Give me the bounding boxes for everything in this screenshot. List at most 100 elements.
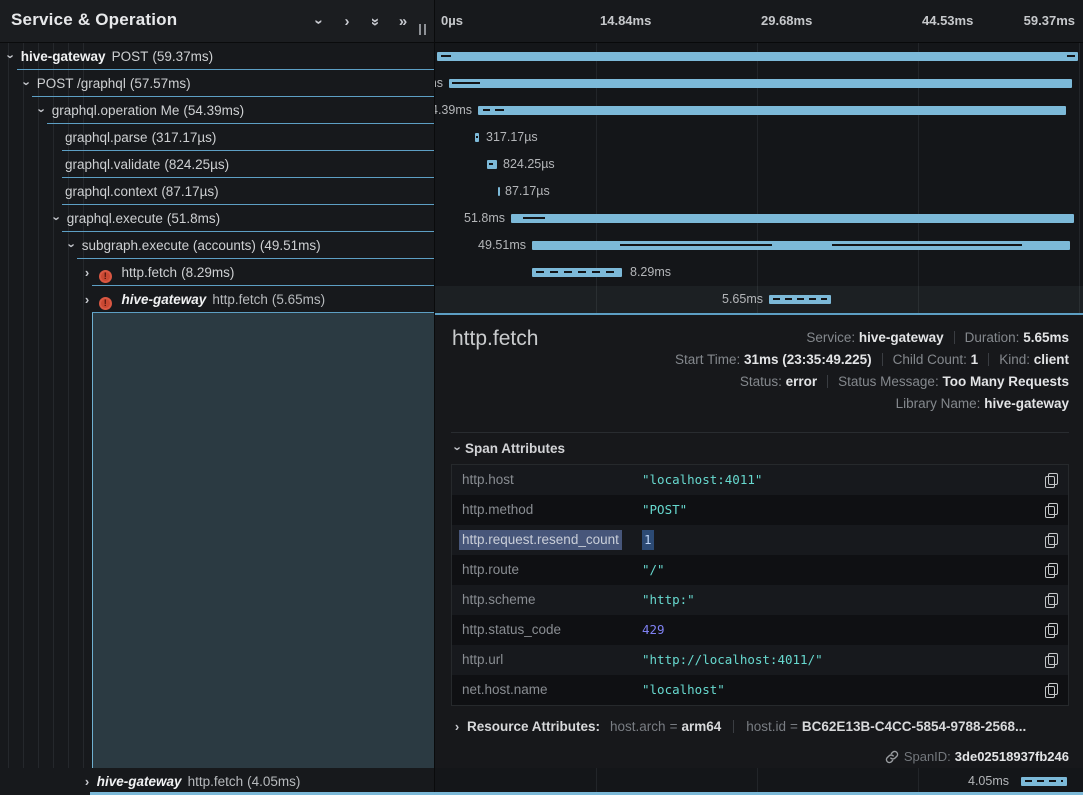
copy-icon[interactable] [1045,683,1058,698]
copy-icon[interactable] [1045,503,1058,518]
attr-row[interactable]: http.host "localhost:4011" [452,465,1068,495]
attr-key: http.route [462,555,519,585]
resource-attributes-title: Resource Attributes: [467,719,600,734]
meta-value: hive-gateway [859,330,944,345]
span-name: subgraph.execute (accounts) [82,238,256,253]
tree-row-post-graphql[interactable]: POST /graphql(57.57ms) [0,70,434,97]
self-time-mark [452,82,480,84]
panel-resize-handle[interactable] [417,24,429,36]
waterfall-row[interactable]: 824.25µs [435,151,1083,178]
meta-value: 1 [971,352,979,367]
span-bar[interactable] [437,52,1078,61]
selected-span-expand-area [92,313,434,768]
copy-icon[interactable] [1045,653,1058,668]
tree-row-graphql-operation[interactable]: graphql.operation Me(54.39ms) [0,97,434,124]
self-time-mark [773,298,827,300]
chevron-down-icon[interactable] [66,232,78,259]
tree-row-graphql-validate[interactable]: graphql.validate(824.25µs) [0,151,434,178]
attr-key: http.scheme [462,585,536,615]
waterfall-row[interactable]: 51.8ms [435,205,1083,232]
link-icon[interactable] [885,750,899,764]
waterfall-row[interactable]: 49.51ms [435,232,1083,259]
span-name: graphql.execute [67,211,163,226]
span-bar[interactable] [532,268,622,277]
expand-all-icon[interactable]: » [393,12,413,32]
copy-icon[interactable] [1045,593,1058,608]
chevron-down-icon[interactable] [36,97,48,124]
waterfall-row[interactable]: 57.57ms [435,70,1083,97]
copy-icon[interactable] [1045,473,1058,488]
tree-row-hive-gateway-post[interactable]: hive-gatewayPOST(59.37ms) [0,43,434,70]
tree-row-graphql-context[interactable]: graphql.context(87.17µs) [0,178,434,205]
meta-value: 31ms (23:35:49.225) [744,352,872,367]
self-time-mark [483,109,490,111]
duration-label: 824.25µs [503,151,555,178]
tree-row-http-fetch-565-selected[interactable]: ! hive-gatewayhttp.fetch(5.65ms) [0,286,434,313]
span-bar[interactable] [478,106,1066,115]
waterfall-row[interactable]: 317.17µs [435,124,1083,151]
chevron-down-icon[interactable] [5,43,17,70]
chevron-right-icon[interactable] [81,768,93,795]
copy-icon[interactable] [1045,563,1058,578]
chevron-right-icon[interactable] [81,259,93,286]
copy-icon[interactable] [1045,623,1058,638]
span-attributes-header[interactable]: Span Attributes [451,441,565,456]
span-duration: (49.51ms) [260,238,321,253]
timeline-tick: 0µs [441,13,463,28]
duration-label: 5.65ms [722,286,763,313]
self-time-mark [476,136,478,138]
waterfall-row[interactable]: 87.17µs [435,178,1083,205]
span-bar[interactable] [1021,777,1067,786]
span-name: http.fetch [188,774,244,789]
tree-row-graphql-parse[interactable]: graphql.parse(317.17µs) [0,124,434,151]
chevron-right-icon[interactable] [451,719,463,734]
expand-one-icon[interactable]: › [337,12,357,32]
meta-label: Service: [806,330,855,345]
self-time-mark [495,109,504,111]
chevron-down-icon[interactable] [451,441,465,456]
attr-row-selected[interactable]: http.request.resend_count 1 [452,525,1068,555]
chevron-down-icon[interactable] [21,70,33,97]
span-bar[interactable] [532,241,1070,250]
tree-row-graphql-execute[interactable]: graphql.execute(51.8ms) [0,205,434,232]
resource-attributes-row[interactable]: Resource Attributes:host.arch=arm64host.… [451,719,1026,734]
waterfall-row[interactable] [435,43,1083,70]
duration-label: 57.57ms [435,70,443,97]
attr-row[interactable]: http.status_code 429 [452,615,1068,645]
spanid-label: SpanID: [904,749,951,764]
span-bar[interactable] [449,79,1072,88]
waterfall-row[interactable]: 54.39ms [435,97,1083,124]
collapse-one-icon[interactable]: › [308,12,328,32]
span-bar[interactable] [475,133,479,142]
waterfall-row-selected[interactable]: 5.65ms [435,286,1083,313]
self-time-mark [1025,780,1063,782]
tree-row-subgraph-execute[interactable]: subgraph.execute (accounts) (49.51ms) [0,232,434,259]
attr-key: http.status_code [462,615,561,645]
span-bar[interactable] [511,214,1074,223]
self-time-mark [536,271,618,273]
timeline-tick: 44.53ms [922,13,973,28]
chevron-right-icon[interactable] [81,286,93,313]
collapse-all-icon[interactable]: » [365,12,385,32]
span-tree-panel: Service & Operation › › » » hive-gateway… [0,0,434,795]
chevron-down-icon[interactable] [51,205,63,232]
span-bar[interactable] [769,295,831,304]
attr-row[interactable]: http.scheme "http:" [452,585,1068,615]
attr-row[interactable]: http.url "http://localhost:4011/" [452,645,1068,675]
waterfall-row[interactable]: 4.05ms [435,768,1083,795]
attr-row[interactable]: http.route "/" [452,555,1068,585]
tree-row-http-fetch-829[interactable]: ! http.fetch(8.29ms) [0,259,434,286]
tree-row-http-fetch-405[interactable]: hive-gatewayhttp.fetch(4.05ms) [0,768,434,795]
meta-divider [988,353,989,366]
detail-meta-line: Status: errorStatus Message: Too Many Re… [740,372,1069,392]
attr-row[interactable]: net.host.name "localhost" [452,675,1068,705]
span-bar[interactable] [498,187,500,196]
spanid-value: 3de02518937fb246 [955,749,1069,764]
waterfall-row[interactable]: 8.29ms [435,259,1083,286]
duration-label: 8.29ms [630,259,671,286]
attr-row[interactable]: http.method "POST" [452,495,1068,525]
waterfall-bottom-row[interactable]: 4.05ms [435,768,1083,795]
duration-label: 51.8ms [464,205,505,232]
span-bar[interactable] [487,160,497,169]
copy-icon[interactable] [1045,533,1058,548]
